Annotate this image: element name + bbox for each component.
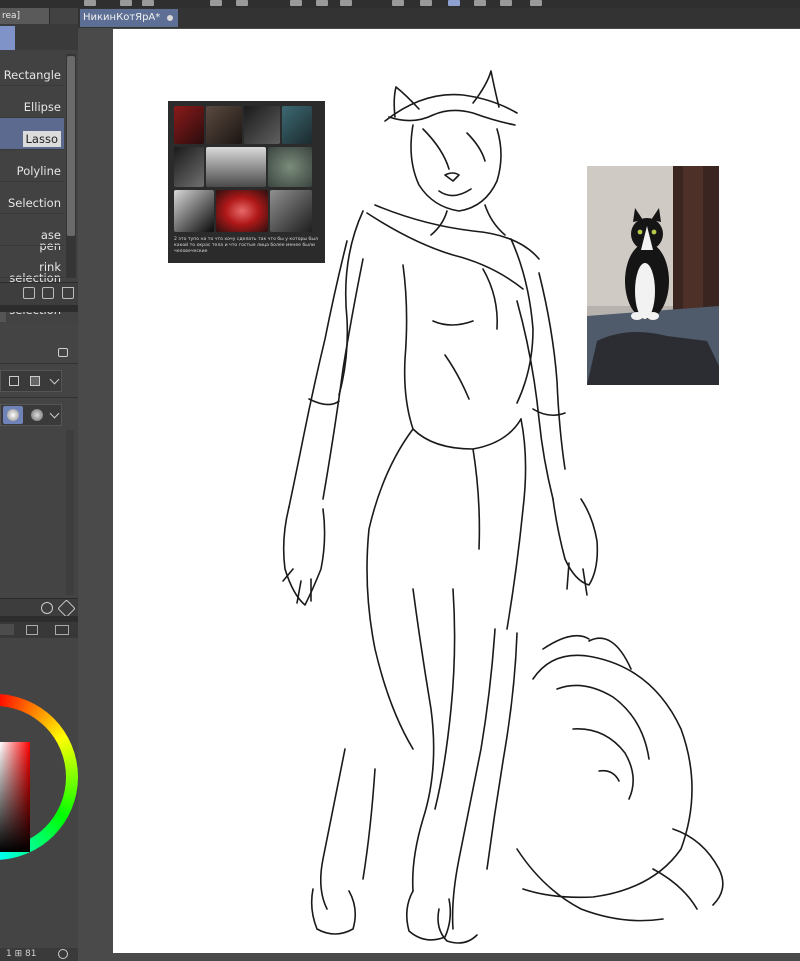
selection-mode-dropdown[interactable] [0,370,62,392]
chevron-down-icon [49,374,60,385]
add-selection-icon [30,376,40,386]
status-text: 1 ⊞ 81 [6,949,37,959]
tool-item-polyline[interactable]: Polyline [0,150,64,182]
anti-alias-dropdown[interactable] [0,404,62,426]
toolbar-icon[interactable] [120,0,132,6]
status-bar: 1 ⊞ 81 [0,948,78,961]
canvas-bottom-edge [78,953,800,961]
toolbar-icon[interactable] [142,0,154,6]
tool-item-ellipse[interactable]: Ellipse [0,86,64,118]
panel-divider [0,306,78,312]
tool-item-selection-pen[interactable]: Selection pen [0,182,64,253]
toolbar-icon[interactable] [392,0,404,6]
document-tab[interactable]: НикинКотЯрА* [80,9,178,27]
gauge-icon[interactable] [41,602,53,614]
play-icon[interactable] [58,949,68,959]
toolbar-icon[interactable] [84,0,96,6]
document-title: НикинКотЯрА* [83,12,161,23]
tool-list-actions [0,282,78,306]
tool-item-erase-selection[interactable]: ase selection [0,214,64,285]
tool-item-rectangle[interactable]: Rectangle [0,54,64,86]
save-icon[interactable] [23,287,35,299]
toolbar-icon[interactable] [530,0,542,6]
add-layer-icon[interactable] [42,287,54,299]
toolbar-icon[interactable] [290,0,302,6]
toolbar-icon[interactable] [420,0,432,6]
color-tab-icon[interactable] [55,625,69,635]
toolbar-icon[interactable] [500,0,512,6]
panel-divider [0,363,78,364]
toolbar-icon[interactable] [236,0,248,6]
tool-label: Ellipse [23,100,61,114]
color-panel-tabs [0,622,78,638]
anti-alias-icon [31,409,43,421]
panel-divider [0,397,78,398]
saturation-value-square[interactable] [0,742,30,852]
toolbar-icon[interactable] [210,0,222,6]
tool-list-scroll-thumb[interactable] [67,56,75,236]
toolbar-icon[interactable] [340,0,352,6]
lock-icon[interactable] [58,348,68,357]
toolbar-icon[interactable] [474,0,486,6]
color-tab-icon[interactable] [26,625,38,635]
new-selection-icon [9,376,19,386]
color-wheel-panel [0,638,78,948]
tool-label: Lasso [22,131,61,147]
tool-label: Rectangle [3,68,61,82]
settings-wrench-icon[interactable] [57,599,76,618]
close-icon[interactable] [167,15,173,21]
panel-tab-handle[interactable] [0,312,6,322]
tool-item-shrink-selection[interactable]: rink selection [0,246,64,317]
chevron-down-icon [49,408,60,419]
anti-alias-icon [7,409,19,421]
trash-icon[interactable] [62,287,74,299]
document-tab-bar [78,8,800,29]
sub-tool-tab[interactable]: rea] [0,8,50,24]
sub-tool-group-selection[interactable] [0,26,15,50]
property-scrollbar[interactable] [66,430,74,595]
toolbar-icon[interactable] [316,0,328,6]
tool-item-lasso[interactable]: Lasso [0,118,64,150]
tool-label: Polyline [16,164,61,178]
character-sketch [282,70,724,944]
color-tab[interactable] [0,624,14,635]
toolbar-icon[interactable] [448,0,460,6]
